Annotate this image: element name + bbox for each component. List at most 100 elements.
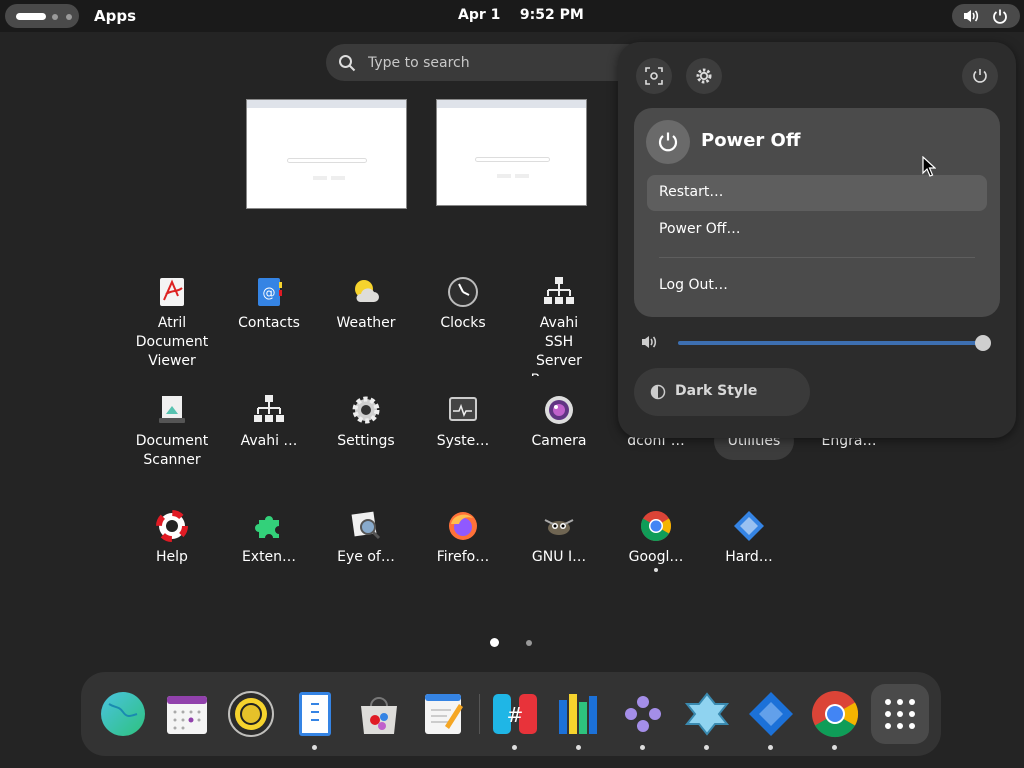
hashtag-app-icon: #	[493, 694, 537, 734]
hardinfo-dock-icon	[749, 692, 793, 736]
running-indicator	[768, 745, 773, 750]
activities-button[interactable]	[5, 4, 79, 28]
apps-label: Apps	[94, 7, 137, 25]
power-icon	[993, 9, 1007, 24]
google-button	[331, 176, 345, 180]
restart-menu-item[interactable]: Restart…	[647, 175, 987, 211]
dock-item-rhythmbox[interactable]	[227, 690, 275, 738]
text-editor-icon	[425, 694, 463, 734]
app-label: GNU I…	[531, 549, 587, 565]
window-thumbnail-chrome-2[interactable]: Google	[436, 99, 587, 206]
app-label: Settings	[337, 433, 395, 449]
dock-item-hashtag-app[interactable]: #	[491, 690, 539, 750]
dock-item-dots-app[interactable]	[619, 690, 667, 750]
hardinfo-icon	[734, 511, 764, 541]
extensions-puzzle-icon	[255, 516, 279, 538]
screenshot-icon	[645, 67, 663, 85]
system-monitor-icon	[449, 397, 477, 421]
dock-item-software-store[interactable]	[355, 690, 403, 738]
dock-item-file-archive[interactable]	[291, 690, 339, 750]
window-thumbnail-chrome-1[interactable]: Google	[246, 99, 407, 209]
chrome-icon	[640, 511, 672, 542]
volume-icon[interactable]	[640, 334, 658, 350]
software-store-icon	[361, 697, 397, 734]
app-label: Avahi …	[240, 433, 298, 449]
search-input[interactable]	[368, 52, 618, 74]
window-titlebar	[247, 100, 406, 108]
app-label: Googl…	[628, 549, 684, 565]
settings-button[interactable]	[686, 58, 722, 94]
app-label: Help	[156, 549, 188, 565]
globe-browser-icon	[101, 692, 145, 736]
dock-separator	[479, 694, 480, 734]
dock-item-text-editor[interactable]	[419, 690, 467, 738]
dark-style-label: Dark Style	[675, 383, 758, 399]
network-icon	[544, 277, 574, 304]
page-indicator-active[interactable]	[490, 638, 499, 647]
app-label: Avahi SSH Server Browser	[531, 315, 588, 376]
page-indicator[interactable]	[526, 640, 532, 646]
app-label: Syste…	[436, 433, 490, 449]
mouse-cursor-icon	[922, 156, 936, 177]
google-logo: Google	[303, 134, 350, 149]
dock-item-hardinfo[interactable]	[747, 690, 795, 750]
google-button	[313, 176, 327, 180]
running-indicator	[704, 745, 709, 750]
running-indicator	[512, 745, 517, 750]
app-label: Document Scanner	[135, 433, 209, 468]
clock-date: Apr 1	[458, 7, 501, 23]
svg-text:#: #	[507, 703, 524, 727]
workspace-active-indicator	[16, 13, 46, 20]
app-label: Weather	[336, 315, 396, 331]
clock-button[interactable]: Apr 1 9:52 PM	[458, 7, 584, 23]
app-label: Exten…	[241, 549, 297, 565]
dock-item-gamepad[interactable]	[683, 690, 731, 750]
dock-item-columns-app[interactable]	[555, 690, 603, 750]
volume-icon	[964, 10, 979, 22]
google-search-box	[475, 157, 550, 162]
window-titlebar	[437, 100, 586, 108]
gear-icon	[696, 68, 712, 84]
dock-item-google-chrome[interactable]	[811, 690, 859, 750]
workspace-indicator	[52, 14, 58, 20]
atril-icon	[160, 278, 184, 306]
google-logo: Google	[488, 134, 535, 149]
power-icon	[658, 132, 678, 152]
clocks-icon	[448, 277, 478, 307]
search-entry[interactable]	[326, 44, 646, 81]
volume-slider-track[interactable]	[678, 341, 984, 345]
app-label: Hard…	[725, 549, 773, 565]
show-apps-grid-icon	[885, 699, 915, 729]
system-status-area[interactable]	[952, 4, 1020, 28]
rhythmbox-icon	[228, 691, 274, 737]
log-out-menu-item[interactable]: Log Out…	[647, 268, 987, 304]
app-label: Contacts	[238, 315, 300, 331]
gamepad-icon	[684, 692, 730, 736]
dark-style-toggle[interactable]: Dark Style	[634, 368, 810, 416]
clock-time: 9:52 PM	[519, 7, 584, 23]
power-off-menu-item[interactable]: Power Off…	[647, 212, 987, 248]
chrome-dock-icon	[812, 691, 859, 738]
power-off-header-icon	[646, 120, 690, 164]
dock-item-calendar[interactable]	[163, 690, 211, 738]
weather-icon	[355, 280, 379, 302]
dark-style-icon	[650, 384, 666, 400]
show-apps-button[interactable]	[871, 684, 929, 744]
svg-text:@: @	[263, 286, 276, 301]
volume-slider-handle[interactable]	[975, 335, 991, 351]
power-icon	[973, 69, 987, 83]
dock-item-globe-browser[interactable]	[99, 690, 147, 738]
dots-app-icon	[625, 696, 661, 732]
menu-separator	[659, 257, 975, 258]
contacts-icon: @	[258, 278, 282, 306]
google-button	[515, 174, 529, 178]
screenshot-button[interactable]	[636, 58, 672, 94]
power-menu-button[interactable]	[962, 58, 998, 94]
running-indicator	[640, 745, 645, 750]
power-off-title: Power Off	[701, 130, 801, 151]
calendar-icon	[167, 696, 207, 734]
google-search-box	[287, 158, 367, 163]
file-archive-icon	[299, 692, 331, 736]
image-viewer-icon	[351, 511, 381, 540]
google-button	[497, 174, 511, 178]
